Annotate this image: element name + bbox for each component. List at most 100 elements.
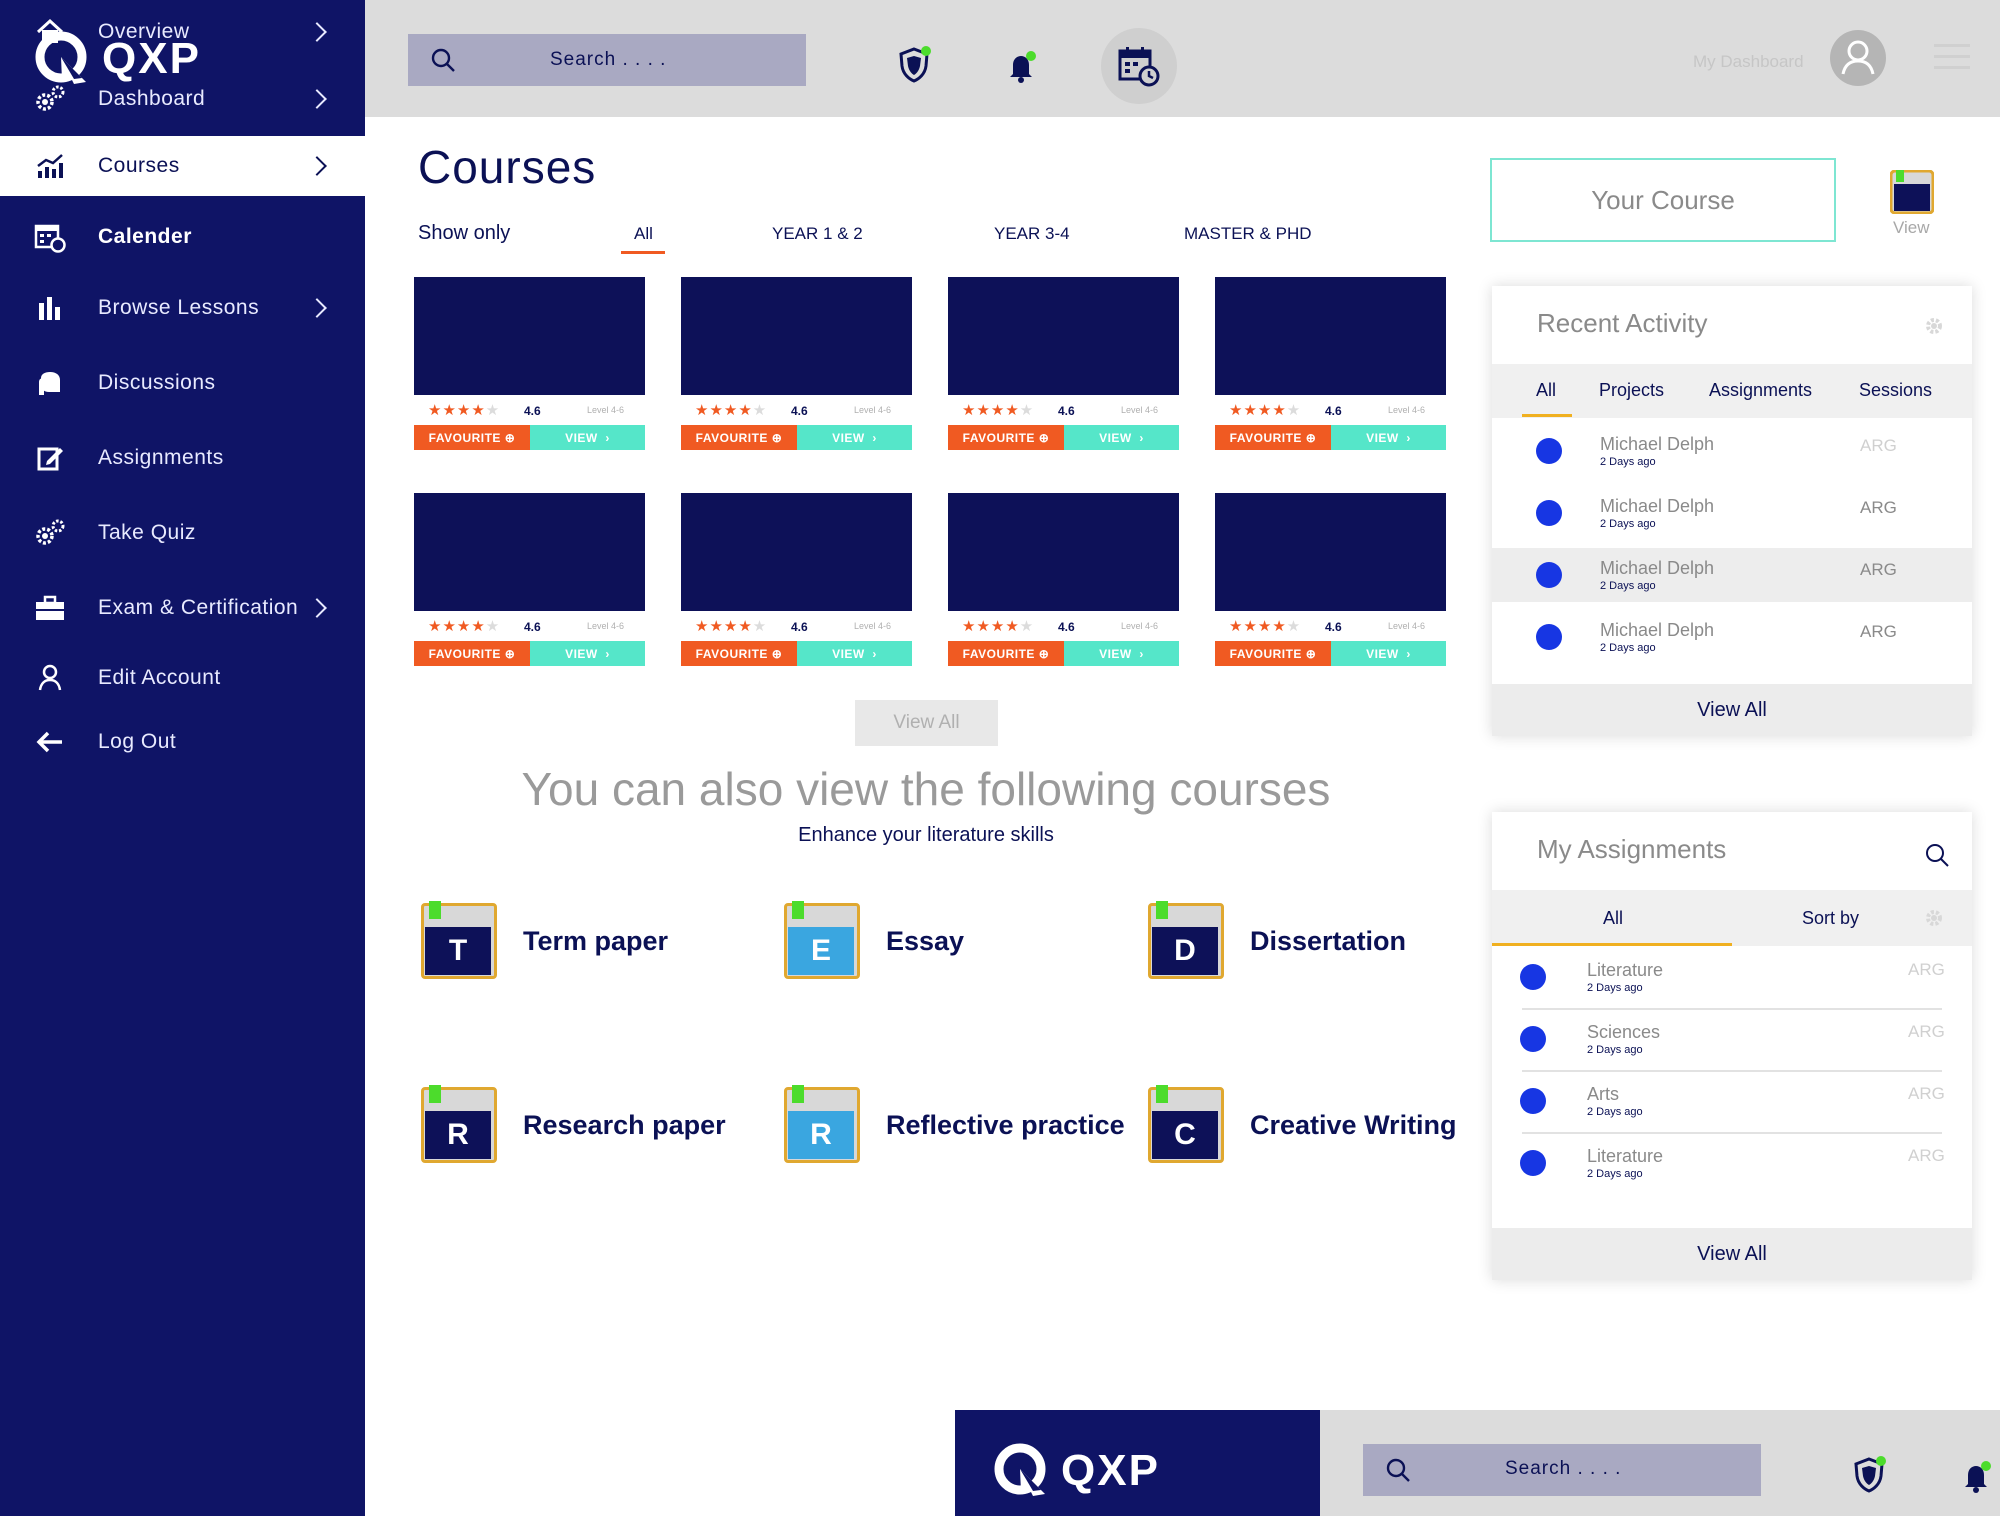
view-course-button[interactable]: VIEW › [797,425,912,450]
favourite-label: FAVOURITE [1229,646,1302,661]
filter-year-1-2[interactable]: YEAR 1 & 2 [772,224,863,244]
view-label[interactable]: View [1893,218,1930,238]
course-card[interactable]: ★★★★★ 4.6 Level 4-6 FAVOURITE ⊕ VIEW › [1215,493,1446,666]
course-thumbnail[interactable] [681,277,912,395]
assignment-row[interactable]: Sciences 2 Days ago ARG [1492,1012,1972,1072]
sort-by-dropdown[interactable]: Sort by [1802,908,1859,929]
search-input[interactable]: Search . . . . [408,34,806,86]
course-thumbnail[interactable] [948,493,1179,611]
view-course-button[interactable]: VIEW › [1064,425,1179,450]
course-thumbnail[interactable] [1215,493,1446,611]
sidebar-item-take-quiz[interactable]: Take Quiz [0,505,365,561]
star-rating-icon: ★★★★★ [428,402,501,419]
view-course-button[interactable]: VIEW › [1331,425,1446,450]
activity-row[interactable]: Michael Delph 2 Days ago ARG [1492,486,1972,540]
tab-assignments[interactable]: Assignments [1709,380,1812,401]
view-course-button[interactable]: VIEW › [1064,641,1179,666]
course-card[interactable]: ★★★★★ 4.6 Level 4-6 FAVOURITE ⊕ VIEW › [1215,277,1446,450]
bottom-brand-logo[interactable]: QXP [993,1442,1160,1500]
sidebar-item-label: Assignments [98,446,224,469]
book-view-icon[interactable] [1889,169,1935,215]
category-term-paper[interactable]: T Term paper [421,901,669,979]
favourite-button[interactable]: FAVOURITE ⊕ [948,641,1064,666]
tab-projects[interactable]: Projects [1599,380,1664,401]
assignment-row[interactable]: Arts 2 Days ago ARG [1492,1074,1972,1134]
course-card[interactable]: ★★★★★ 4.6 Level 4-6 FAVOURITE ⊕ VIEW › [948,277,1179,450]
category-creative-writing[interactable]: C Creative Writing [1148,1085,1457,1163]
bell-icon[interactable] [1960,1460,1994,1499]
chevron-right-icon: › [1139,646,1144,661]
favourite-label: FAVOURITE [695,646,768,661]
activity-row[interactable]: Michael Delph 2 Days ago ARG [1492,424,1972,478]
activity-row[interactable]: Michael Delph 2 Days ago ARG [1492,610,1972,664]
view-course-button[interactable]: VIEW › [1331,641,1446,666]
view-course-button[interactable]: VIEW › [530,641,645,666]
tab-all[interactable]: All [1536,380,1556,401]
filter-year-3-4[interactable]: YEAR 3-4 [994,224,1070,244]
course-thumbnail[interactable] [414,277,645,395]
favourite-button[interactable]: FAVOURITE ⊕ [414,425,530,450]
favourite-button[interactable]: FAVOURITE ⊕ [1215,641,1331,666]
view-course-button[interactable]: VIEW › [797,641,912,666]
activity-row[interactable]: Michael Delph 2 Days ago ARG [1492,548,1972,602]
category-research-paper[interactable]: R Research paper [421,1085,726,1163]
view-all-courses-button[interactable]: View All [855,700,998,746]
calendar-button[interactable] [1101,28,1177,104]
favourite-label: FAVOURITE [1229,430,1302,445]
sidebar-item-edit-account[interactable]: Edit Account [0,650,365,706]
chevron-right-icon: › [872,646,877,661]
category-dissertation[interactable]: D Dissertation [1148,901,1406,979]
gear-icon[interactable] [1924,316,1944,341]
sidebar-item-dashboard[interactable]: Dashboard [0,71,365,127]
my-dashboard-link[interactable]: My Dashboard [1693,52,1804,72]
gear-icon[interactable] [1924,908,1944,933]
tab-all[interactable]: All [1603,908,1623,929]
sidebar-item-calender[interactable]: Calender [0,209,365,265]
course-thumbnail[interactable] [681,493,912,611]
course-card[interactable]: ★★★★★ 4.6 Level 4-6 FAVOURITE ⊕ VIEW › [948,493,1179,666]
category-essay[interactable]: E Essay [784,901,964,979]
favourite-button[interactable]: FAVOURITE ⊕ [1215,425,1331,450]
user-avatar[interactable] [1830,30,1886,86]
view-label: VIEW [832,430,865,445]
sidebar-item-log-out[interactable]: Log Out [0,714,365,770]
sidebar-item-overview[interactable]: Overview [0,4,365,60]
recent-view-all-button[interactable]: View All [1492,684,1972,736]
course-card[interactable]: ★★★★★ 4.6 Level 4-6 FAVOURITE ⊕ VIEW › [414,277,645,450]
menu-icon[interactable] [1934,44,1970,77]
bottom-search-input[interactable]: Search . . . . [1363,1444,1761,1496]
course-thumbnail[interactable] [948,277,1179,395]
course-card[interactable]: ★★★★★ 4.6 Level 4-6 FAVOURITE ⊕ VIEW › [414,493,645,666]
filter-master-phd[interactable]: MASTER & PHD [1184,224,1312,244]
favourite-button[interactable]: FAVOURITE ⊕ [681,425,797,450]
favourite-button[interactable]: FAVOURITE ⊕ [681,641,797,666]
sidebar-item-browse-lessons[interactable]: Browse Lessons [0,280,365,336]
brand-name: QXP [1061,1446,1160,1495]
assignments-view-all-button[interactable]: View All [1492,1228,1972,1280]
your-course-button[interactable]: Your Course [1490,158,1836,242]
sidebar-item-discussions[interactable]: Discussions [0,355,365,411]
favourite-button[interactable]: FAVOURITE ⊕ [948,425,1064,450]
course-card[interactable]: ★★★★★ 4.6 Level 4-6 FAVOURITE ⊕ VIEW › [681,277,912,450]
book-icon: D [1148,901,1224,979]
course-card[interactable]: ★★★★★ 4.6 Level 4-6 FAVOURITE ⊕ VIEW › [681,493,912,666]
user-icon [1520,1026,1546,1052]
assignment-row[interactable]: Literature 2 Days ago ARG [1492,1136,1972,1190]
shield-icon[interactable] [897,46,931,89]
category-reflective-practice[interactable]: R Reflective practice [784,1085,1125,1163]
assignment-row[interactable]: Literature 2 Days ago ARG [1492,950,1972,1010]
category-label: Term paper [523,925,669,956]
course-thumbnail[interactable] [1215,277,1446,395]
shield-icon[interactable] [1852,1456,1886,1499]
sidebar-item-courses[interactable]: Courses [0,136,365,196]
bell-icon[interactable] [1005,50,1039,89]
course-thumbnail[interactable] [414,493,645,611]
sidebar-item-assignments[interactable]: Assignments [0,430,365,486]
filter-all[interactable]: All [634,224,653,244]
sidebar-item-exam-certification[interactable]: Exam & Certification [0,580,365,636]
chevron-right-icon: › [605,430,610,445]
favourite-button[interactable]: FAVOURITE ⊕ [414,641,530,666]
search-icon[interactable] [1924,842,1950,873]
view-course-button[interactable]: VIEW › [530,425,645,450]
tab-sessions[interactable]: Sessions [1859,380,1932,401]
